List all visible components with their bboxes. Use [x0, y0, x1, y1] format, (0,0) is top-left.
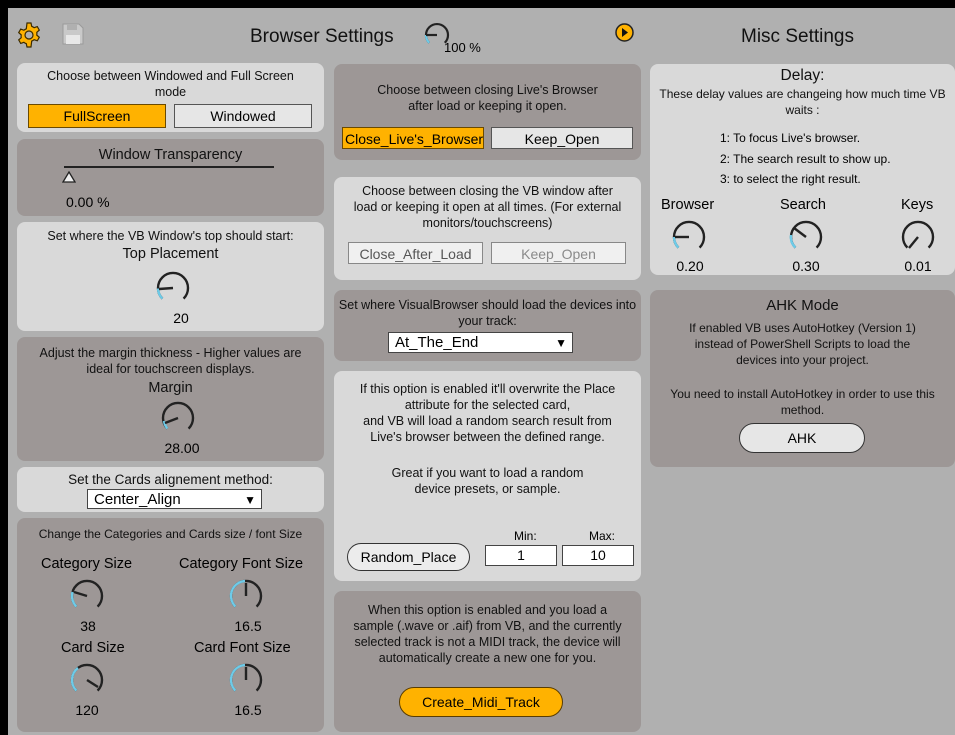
windowed-button[interactable]: Windowed [174, 104, 312, 128]
card-font-size-knob[interactable] [226, 660, 266, 705]
browser-delay-value: 0.20 [676, 258, 704, 274]
top-placement-desc: Set where the VB Window's top should sta… [47, 229, 294, 243]
save-icon[interactable] [62, 23, 84, 45]
browser-delay-knob[interactable] [669, 217, 709, 262]
delay-panel: Delay: These delay values are changeing … [650, 64, 955, 275]
visualbrowser-settings-window: Browser Settings 100 % Misc Settings Cho… [8, 8, 955, 735]
browser-delay-label: Browser [661, 197, 715, 213]
card-font-size-label: Card Font Size [194, 640, 291, 656]
create-midi-track-button[interactable]: Create_Midi_Track [399, 687, 563, 717]
delay-item-2: 2: The search result to show up. [720, 152, 891, 166]
top-placement-panel: Set where the VB Window's top should sta… [17, 222, 324, 331]
close-browser-desc: Choose between closing Live's Browser af… [377, 83, 598, 113]
top-placement-knob[interactable] [153, 268, 193, 313]
delay-desc: These delay values are changeing how muc… [659, 87, 946, 117]
keys-delay-knob[interactable] [898, 217, 938, 262]
card-alignment-panel: Set the Cards alignement method: Center_… [17, 467, 324, 512]
ahk-mode-desc: If enabled VB uses AutoHotkey (Version 1… [689, 321, 916, 367]
header-bar: Browser Settings 100 % Misc Settings [8, 8, 955, 58]
delay-item-1: 1: To focus Live's browser. [720, 131, 861, 145]
browser-settings-title: Browser Settings [250, 26, 394, 47]
dropdown-arrow-icon: ▼ [244, 493, 256, 507]
close-after-load-button[interactable]: Close_After_Load [348, 242, 483, 264]
midi-track-desc: When this option is enabled and you load… [353, 603, 622, 665]
delay-title: Delay: [780, 67, 825, 84]
category-size-knob[interactable] [67, 576, 107, 621]
close-lives-browser-button[interactable]: Close_Live's_Browser [342, 127, 484, 149]
close-window-desc: Choose between closing the VB window aft… [353, 184, 622, 230]
load-position-dropdown[interactable]: At_The_End ▼ [388, 332, 573, 353]
max-input[interactable]: 10 [562, 545, 634, 566]
ahk-mode-title: AHK Mode [766, 297, 839, 314]
display-mode-desc: Choose between Windowed and Full Screen … [47, 69, 294, 99]
transparency-slider[interactable] [62, 166, 274, 184]
category-size-label: Category Size [41, 556, 133, 572]
margin-knob[interactable] [158, 398, 198, 443]
random-place-desc-3: Great if you want to load a random devic… [391, 466, 584, 496]
sizes-panel: Change the Categories and Cards size / f… [17, 518, 324, 732]
keys-delay-label: Keys [901, 197, 934, 213]
search-delay-label: Search [780, 197, 826, 213]
misc-settings-title: Misc Settings [741, 26, 854, 47]
ahk-mode-note: You need to install AutoHotkey in order … [670, 387, 935, 417]
min-label: Min: [514, 529, 537, 543]
category-font-size-knob[interactable] [226, 576, 266, 621]
category-font-size-value: 16.5 [234, 618, 262, 634]
fullscreen-button[interactable]: FullScreen [28, 104, 166, 128]
max-label: Max: [589, 529, 616, 543]
margin-value: 28.00 [164, 440, 200, 456]
card-alignment-desc: Set the Cards alignement method: [68, 472, 273, 487]
margin-panel: Adjust the margin thickness - Higher val… [17, 337, 324, 461]
zoom-value: 100 % [444, 40, 481, 55]
load-position-panel: Set where VisualBrowser should load the … [334, 290, 641, 361]
close-browser-panel: Choose between closing Live's Browser af… [334, 64, 641, 160]
card-font-size-value: 16.5 [234, 702, 262, 718]
keys-delay-value: 0.01 [904, 258, 932, 274]
top-placement-value: 20 [173, 310, 189, 326]
min-input[interactable]: 1 [485, 545, 557, 566]
sizes-desc: Change the Categories and Cards size / f… [38, 527, 303, 541]
load-position-value: At_The_End [395, 334, 479, 351]
play-icon[interactable] [615, 23, 634, 42]
margin-desc: Adjust the margin thickness - Higher val… [39, 346, 302, 376]
card-alignment-dropdown[interactable]: Center_Align ▼ [87, 489, 262, 509]
card-size-value: 120 [75, 702, 99, 718]
transparency-label: Window Transparency [98, 147, 243, 163]
close-window-panel: Choose between closing the VB window aft… [334, 177, 641, 280]
keep-window-open-button[interactable]: Keep_Open [491, 242, 626, 264]
random-place-desc-2: and VB will load a random search result … [363, 414, 612, 444]
keep-browser-open-button[interactable]: Keep_Open [491, 127, 633, 149]
margin-label: Margin [148, 380, 193, 396]
slider-handle-icon[interactable] [62, 171, 76, 183]
search-delay-knob[interactable] [786, 217, 826, 262]
card-size-label: Card Size [61, 640, 125, 656]
top-placement-label: Top Placement [122, 246, 219, 262]
ahk-button[interactable]: AHK [739, 423, 865, 453]
transparency-value: 0.00 % [66, 194, 110, 210]
category-size-value: 38 [80, 618, 96, 634]
search-delay-value: 0.30 [792, 258, 820, 274]
delay-item-3: 3: to select the right result. [720, 172, 861, 186]
card-alignment-value: Center_Align [94, 491, 181, 508]
random-place-panel: If this option is enabled it'll overwrit… [334, 371, 641, 581]
ahk-mode-panel: AHK Mode If enabled VB uses AutoHotkey (… [650, 290, 955, 467]
transparency-panel: Window Transparency 0.00 % [17, 139, 324, 216]
random-place-button[interactable]: Random_Place [347, 543, 470, 571]
display-mode-panel: Choose between Windowed and Full Screen … [17, 63, 324, 132]
random-place-desc-1: If this option is enabled it'll overwrit… [359, 382, 616, 412]
card-size-knob[interactable] [67, 660, 107, 705]
load-position-desc: Set where VisualBrowser should load the … [338, 298, 637, 328]
gear-icon[interactable] [16, 22, 42, 48]
dropdown-arrow-icon: ▼ [555, 336, 567, 350]
category-font-size-label: Category Font Size [179, 556, 304, 572]
midi-track-panel: When this option is enabled and you load… [334, 591, 641, 732]
